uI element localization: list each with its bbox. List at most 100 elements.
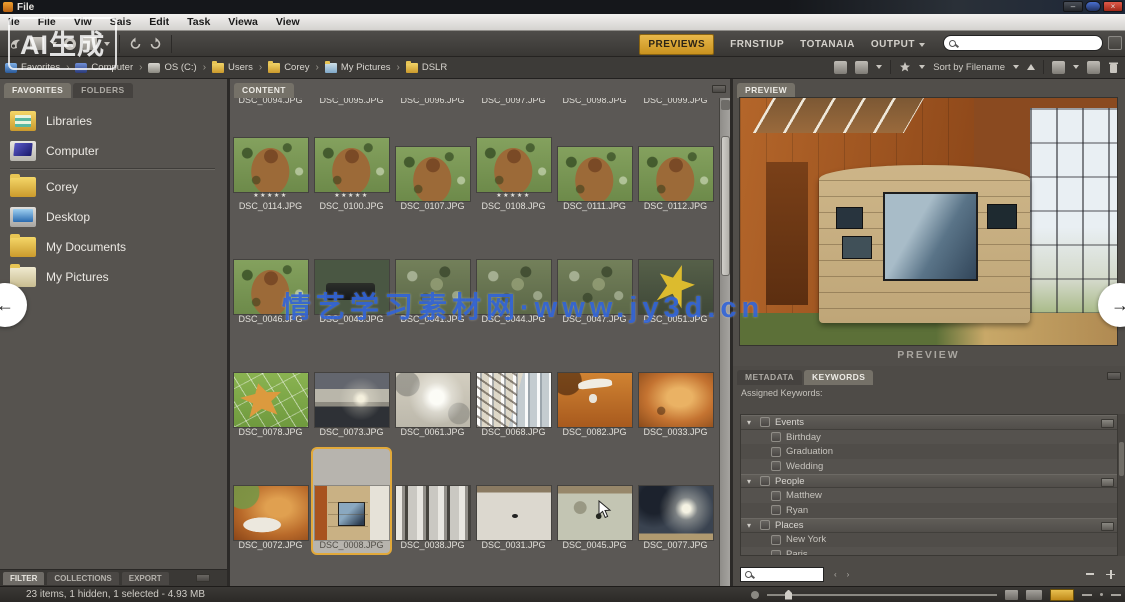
star-rating[interactable]: ★★★★★ bbox=[496, 192, 530, 201]
thumbnail-cell[interactable]: DSC_0061.JPG bbox=[392, 328, 473, 441]
thumbnail-cell[interactable]: DSC_0008.JPG bbox=[311, 447, 392, 555]
keyword-checkbox[interactable] bbox=[771, 461, 781, 471]
photo-thumbnail[interactable] bbox=[639, 486, 713, 540]
open-folder-icon[interactable] bbox=[1052, 61, 1065, 74]
dropdown-caret-icon[interactable] bbox=[1013, 65, 1019, 69]
tab-keywords[interactable]: KEYWORDS bbox=[804, 370, 873, 385]
menu-item-view[interactable]: View bbox=[276, 16, 300, 28]
panel-menu-icon[interactable] bbox=[196, 574, 210, 582]
thumbnail-cell[interactable]: DSC_0077.JPG bbox=[635, 441, 716, 554]
keywords-scrollbar[interactable] bbox=[1118, 414, 1125, 556]
search-input[interactable] bbox=[959, 38, 1079, 48]
thumbnail-cell[interactable]: DSC_0073.JPG bbox=[311, 328, 392, 441]
photo-thumbnail[interactable] bbox=[234, 486, 308, 540]
grid-lock-icon[interactable] bbox=[1026, 590, 1042, 600]
slider-thumb[interactable] bbox=[785, 590, 792, 600]
view-dot-icon[interactable] bbox=[1100, 593, 1103, 596]
search-options-button[interactable] bbox=[1108, 36, 1122, 50]
thumbnail-cell[interactable]: DSC_0072.JPG bbox=[230, 441, 311, 554]
keyword-checkbox[interactable] bbox=[760, 417, 770, 427]
breadcrumb-item[interactable]: DSLR bbox=[406, 62, 447, 73]
maximize-button[interactable] bbox=[1085, 1, 1101, 12]
prev-result-icon[interactable]: ‹ bbox=[834, 570, 837, 579]
sidebar-item-libraries[interactable]: Libraries bbox=[10, 106, 227, 136]
content-scrollbar[interactable] bbox=[719, 98, 730, 586]
thumbnail-size-slider[interactable] bbox=[767, 594, 997, 596]
panel-menu-icon[interactable] bbox=[1107, 372, 1121, 380]
workspace-button-previews[interactable]: PREVIEWS bbox=[639, 34, 714, 55]
thumbnail-cell[interactable]: DSC_0033.JPG bbox=[635, 328, 716, 441]
photo-thumbnail[interactable] bbox=[315, 373, 389, 427]
sidebar-item-desktop[interactable]: Desktop bbox=[10, 202, 227, 232]
thumbnail-cell[interactable]: DSC_0031.JPG bbox=[473, 441, 554, 554]
dropdown-caret-icon[interactable] bbox=[919, 65, 925, 69]
keyword-search-input[interactable] bbox=[755, 569, 815, 579]
tab-folders[interactable]: FOLDERS bbox=[73, 83, 132, 98]
new-keyword-icon[interactable] bbox=[1106, 570, 1115, 579]
photo-thumbnail[interactable] bbox=[315, 486, 389, 540]
dropdown-caret-icon[interactable] bbox=[1073, 65, 1079, 69]
search-box[interactable] bbox=[943, 35, 1103, 51]
breadcrumb-item[interactable]: OS (C:) bbox=[148, 62, 196, 73]
keyword-checkbox[interactable] bbox=[771, 505, 781, 515]
preview-image[interactable] bbox=[740, 98, 1117, 345]
scrollbar-up-button[interactable] bbox=[721, 100, 730, 110]
keyword-checkbox[interactable] bbox=[771, 491, 781, 501]
panel-menu-icon[interactable] bbox=[712, 85, 726, 93]
thumbnail-cell[interactable]: DSC_0068.JPG bbox=[473, 328, 554, 441]
keyword-item-birthday[interactable]: Birthday bbox=[741, 430, 1117, 445]
group-badge-icon[interactable] bbox=[1101, 522, 1114, 531]
thumbnail-cell[interactable]: DSC_0078.JPG bbox=[230, 328, 311, 441]
keyword-item-matthew[interactable]: Matthew bbox=[741, 488, 1117, 503]
view-grid-icon[interactable] bbox=[855, 61, 868, 74]
keyword-item-graduation[interactable]: Graduation bbox=[741, 444, 1117, 459]
view-thumbnails-button[interactable] bbox=[1050, 589, 1074, 601]
photo-thumbnail[interactable] bbox=[558, 147, 632, 201]
photo-thumbnail[interactable] bbox=[639, 373, 713, 427]
photo-thumbnail[interactable] bbox=[558, 486, 632, 540]
keyword-checkbox[interactable] bbox=[771, 447, 781, 457]
tab-preview[interactable]: PREVIEW bbox=[737, 83, 795, 98]
group-badge-icon[interactable] bbox=[1101, 419, 1114, 428]
scrollbar-thumb[interactable] bbox=[721, 136, 730, 276]
tab-metadata[interactable]: METADATA bbox=[737, 370, 802, 385]
view-details-icon[interactable] bbox=[1082, 594, 1092, 596]
filter-star-icon[interactable] bbox=[899, 61, 911, 73]
thumbnail-cell[interactable]: DSC_0045.JPG bbox=[554, 441, 635, 554]
thumbnail-cell[interactable]: DSC_0082.JPG bbox=[554, 328, 635, 441]
workspace-button-totanaia[interactable]: TOTANAIA bbox=[800, 39, 855, 50]
breadcrumb-item[interactable]: Corey bbox=[268, 62, 309, 73]
workspace-button-frnstiup[interactable]: FRNSTIUP bbox=[730, 39, 784, 50]
sidebar-item-corey[interactable]: Corey bbox=[10, 172, 227, 202]
delete-keyword-icon[interactable] bbox=[1086, 573, 1094, 575]
thumbnail-cell[interactable]: DSC_0107.JPG bbox=[392, 107, 473, 215]
large-thumbnail-icon[interactable] bbox=[1005, 590, 1018, 600]
keyword-group-people[interactable]: ▾People bbox=[741, 474, 1117, 489]
keyword-item-new-york[interactable]: New York bbox=[741, 533, 1117, 548]
tab-filter[interactable]: FILTER bbox=[3, 572, 44, 585]
keyword-item-wedding[interactable]: Wedding bbox=[741, 459, 1117, 474]
thumbnail-cell[interactable]: DSC_0038.JPG bbox=[392, 441, 473, 554]
breadcrumb-item[interactable]: Users bbox=[212, 62, 253, 73]
photo-thumbnail[interactable] bbox=[396, 147, 470, 201]
view-list-icon[interactable] bbox=[1111, 594, 1121, 596]
thumbnail-cell[interactable]: DSC_0112.JPG bbox=[635, 107, 716, 215]
keyword-checkbox[interactable] bbox=[771, 432, 781, 442]
minimize-button[interactable]: – bbox=[1063, 1, 1083, 12]
tab-collections[interactable]: COLLECTIONS bbox=[47, 572, 118, 585]
thumbnail-cell[interactable]: ★★★★★DSC_0114.JPG bbox=[230, 107, 311, 215]
sidebar-item-computer[interactable]: Computer bbox=[10, 136, 227, 166]
sort-ascending-icon[interactable] bbox=[1027, 64, 1035, 70]
photo-thumbnail[interactable] bbox=[639, 147, 713, 201]
star-rating[interactable]: ★★★★★ bbox=[253, 192, 287, 201]
photo-thumbnail[interactable] bbox=[477, 138, 551, 192]
thumbnail-cell[interactable]: ★★★★★DSC_0100.JPG bbox=[311, 107, 392, 215]
photo-thumbnail[interactable] bbox=[234, 373, 308, 427]
rotate-right-icon[interactable] bbox=[149, 37, 162, 50]
keyword-item-ryan[interactable]: Ryan bbox=[741, 503, 1117, 518]
menu-item-viewa[interactable]: Viewa bbox=[228, 16, 258, 28]
photo-thumbnail[interactable] bbox=[558, 373, 632, 427]
view-list-icon[interactable] bbox=[834, 61, 847, 74]
keyword-checkbox[interactable] bbox=[771, 550, 781, 556]
workspace-button-output[interactable]: OUTPUT bbox=[871, 39, 925, 50]
